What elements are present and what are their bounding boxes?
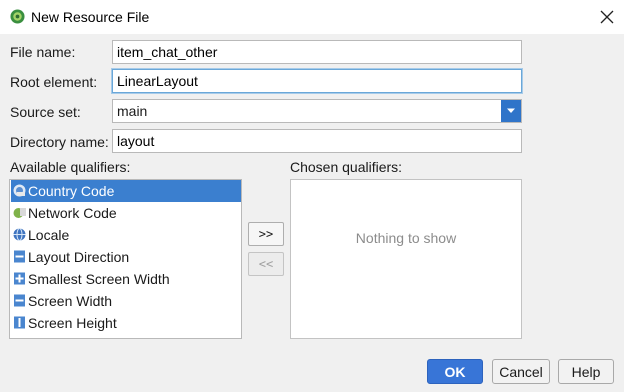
list-item-label: Country Code	[28, 183, 115, 199]
title-bar: New Resource File	[0, 0, 624, 34]
available-qualifiers-label: Available qualifiers:	[10, 159, 131, 175]
screen-width-icon	[14, 294, 25, 307]
smallest-screen-width-icon	[14, 272, 25, 285]
add-qualifier-button[interactable]: >>	[248, 222, 284, 246]
source-set-select[interactable]: main	[112, 99, 522, 123]
list-item-label: Locale	[28, 227, 70, 243]
chosen-qualifiers-label: Chosen qualifiers:	[290, 159, 403, 175]
list-item-network-code[interactable]: Network Code	[11, 202, 240, 224]
chevron-down-icon	[507, 108, 515, 113]
root-element-input[interactable]: LinearLayout	[112, 69, 522, 93]
cancel-button[interactable]: Cancel	[492, 359, 550, 384]
list-item-smallest-screen-width[interactable]: Smallest Screen Width	[11, 268, 240, 290]
dropdown-arrow-button[interactable]	[501, 100, 521, 122]
screen-height-icon	[14, 316, 25, 329]
file-name-label: File name:	[10, 44, 76, 60]
root-element-label: Root element:	[10, 74, 98, 90]
list-item-locale[interactable]: Locale	[11, 224, 240, 246]
close-icon	[600, 10, 614, 24]
list-item-country-code[interactable]: Country Code	[11, 180, 241, 202]
list-item-label: Screen Height	[28, 315, 117, 331]
chosen-qualifiers-list[interactable]: Nothing to show	[290, 179, 522, 339]
empty-list-message: Nothing to show	[355, 230, 457, 246]
available-qualifiers-list[interactable]: Country Code Network Code Locale Layout …	[9, 179, 242, 339]
directory-name-label: Directory name:	[10, 134, 109, 150]
layout-direction-icon	[14, 250, 25, 263]
list-item-layout-direction[interactable]: Layout Direction	[11, 246, 240, 268]
globe-icon	[13, 228, 26, 241]
source-set-label: Source set:	[10, 104, 81, 120]
network-code-icon	[13, 208, 26, 218]
list-item-label: Smallest Screen Width	[28, 271, 170, 287]
list-item-screen-width[interactable]: Screen Width	[11, 290, 240, 312]
list-item-screen-height[interactable]: Screen Height	[11, 312, 240, 334]
file-name-input[interactable]: item_chat_other	[112, 40, 522, 64]
directory-name-input[interactable]: layout	[112, 129, 522, 153]
remove-qualifier-button[interactable]: <<	[248, 252, 284, 276]
close-button[interactable]	[596, 6, 618, 28]
list-item-label: Screen Width	[28, 293, 113, 309]
android-studio-icon	[10, 9, 25, 24]
list-item-label: Layout Direction	[28, 249, 130, 265]
help-button[interactable]: Help	[558, 359, 614, 384]
ok-button[interactable]: OK	[427, 359, 483, 384]
source-set-value: main	[117, 103, 148, 119]
country-code-icon	[13, 184, 26, 197]
list-item-label: Network Code	[28, 205, 117, 221]
window-title: New Resource File	[31, 9, 150, 25]
